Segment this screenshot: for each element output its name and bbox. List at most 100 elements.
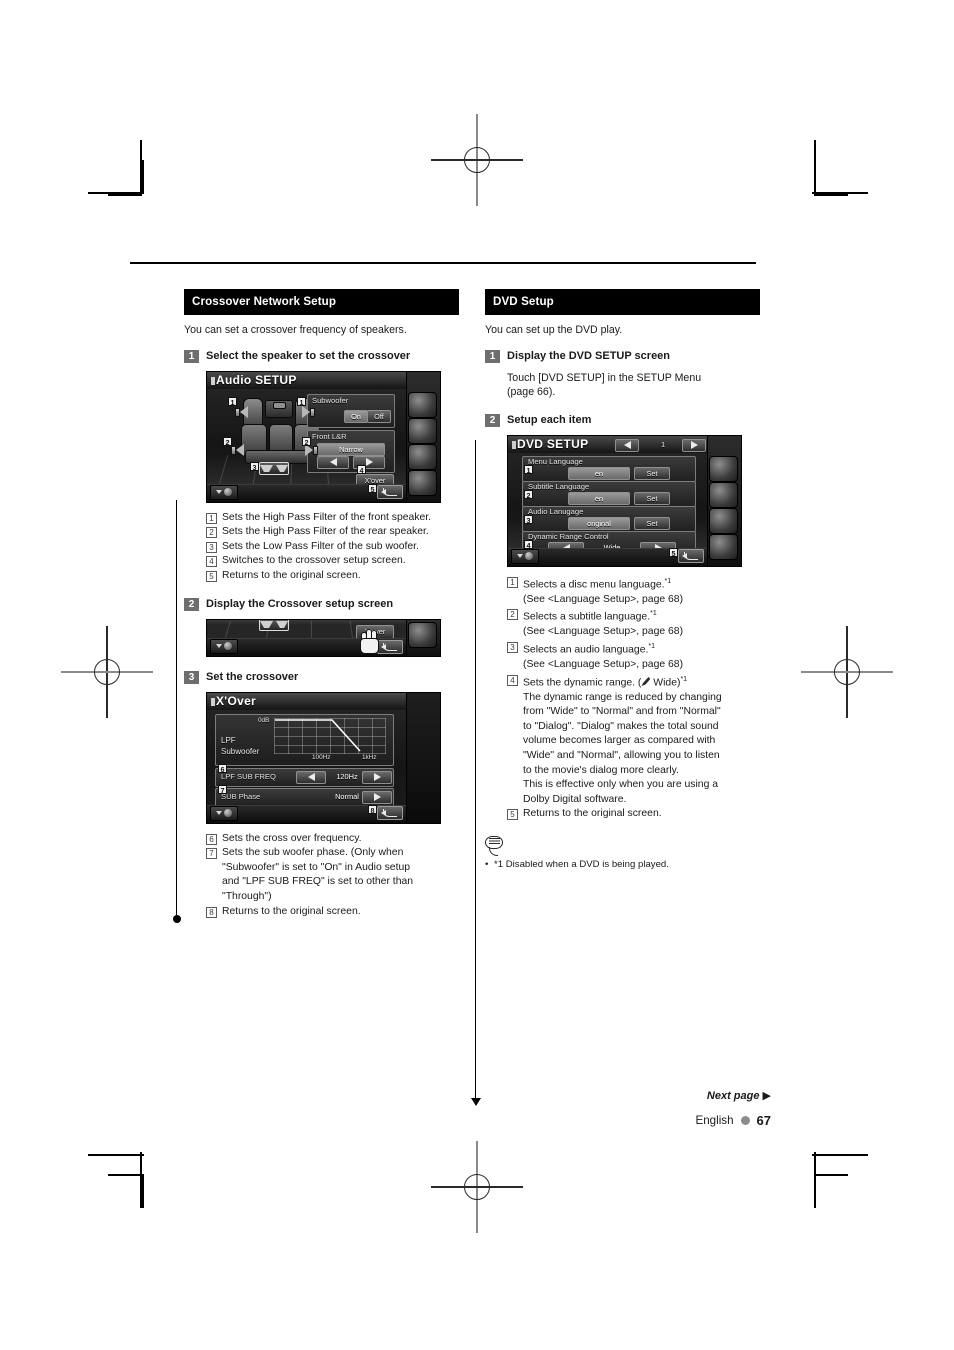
rear-left-speaker-icon bbox=[231, 443, 246, 457]
callout-number: 2 bbox=[206, 527, 217, 539]
rail-button-source[interactable] bbox=[709, 455, 738, 482]
section-heading-crossover: Crossover Network Setup bbox=[184, 289, 459, 315]
return-button[interactable] bbox=[678, 548, 704, 563]
page-next-button[interactable] bbox=[682, 438, 706, 452]
callout-num-1: 1 bbox=[524, 464, 533, 475]
curve-path bbox=[275, 718, 361, 752]
subwoofer-off-button[interactable]: Off bbox=[367, 409, 391, 423]
knob-dial-icon bbox=[525, 552, 533, 561]
subtitle-language-value: en bbox=[568, 491, 630, 505]
step-number: 1 bbox=[184, 349, 199, 363]
callout-number: 4 bbox=[206, 556, 217, 568]
right-column: DVD Setup You can set up the DVD play. 1… bbox=[485, 289, 760, 871]
left-column-flow-dot bbox=[172, 915, 181, 923]
graph-x-label-100hz: 100Hz bbox=[312, 753, 331, 761]
step-title: Setup each item bbox=[507, 413, 592, 426]
rail-button-setup[interactable] bbox=[408, 621, 437, 648]
step-title: Display the Crossover setup screen bbox=[206, 597, 394, 610]
rail-button-setup[interactable] bbox=[709, 533, 738, 560]
front-lr-left-button[interactable] bbox=[317, 455, 349, 469]
sub-phase-value: Normal bbox=[335, 791, 359, 801]
callout-text: Selects a subtitle language.*1 bbox=[523, 607, 760, 625]
callout-number: 5 bbox=[507, 809, 518, 821]
callout-text: Sets the cross over frequency. bbox=[222, 832, 362, 844]
rail-button-tel[interactable] bbox=[408, 443, 437, 470]
callout-item: 8 Returns to the original screen. bbox=[206, 905, 459, 920]
lpf-sub-freq-label: LPF SUB FREQ bbox=[221, 771, 276, 781]
step-1-crossover: 1 Select the speaker to set the crossove… bbox=[184, 349, 459, 363]
rail-button-setup[interactable] bbox=[408, 469, 437, 496]
menu-language-set-button[interactable]: Set bbox=[634, 466, 670, 480]
step-title: Select the speaker to set the crossover bbox=[206, 349, 411, 362]
bubble-tail bbox=[489, 846, 498, 856]
callout-item: 7 Sets the sub woofer phase. (Only when bbox=[206, 846, 459, 861]
note-text: *1 Disabled when a DVD is being played. bbox=[494, 858, 669, 870]
callout-subtext: (See <Language Setup>, page 68) bbox=[523, 658, 684, 670]
menu-language-label: Menu Language bbox=[528, 456, 583, 466]
next-page-label: Next page ▶ bbox=[696, 1089, 771, 1102]
return-arrow-tip-icon bbox=[381, 488, 386, 495]
crossover-lead-text: You can set a crossover frequency of spe… bbox=[184, 323, 407, 336]
return-button[interactable] bbox=[377, 484, 403, 499]
subwoofer-on-button[interactable]: On bbox=[344, 409, 368, 423]
step-1-dvd: 1 Display the DVD SETUP screen bbox=[485, 349, 760, 363]
footnote-marker: *1 bbox=[648, 642, 655, 650]
callout-number: 6 bbox=[206, 833, 217, 845]
callout-num-8: 8 bbox=[368, 804, 377, 815]
rail-button-source[interactable] bbox=[408, 391, 437, 418]
callout-item: 3 Sets the Low Pass Filter of the sub woo… bbox=[206, 540, 459, 555]
volume-down-knob[interactable] bbox=[210, 484, 238, 500]
callout-number: 7 bbox=[206, 848, 217, 860]
callout-text: Sets the High Pass Filter of the rear sp… bbox=[222, 526, 429, 538]
lpf-freq-increase-button[interactable] bbox=[362, 770, 392, 784]
audio-language-set-button[interactable]: Set bbox=[634, 516, 670, 530]
rail-button-av[interactable] bbox=[709, 481, 738, 508]
callout-num-4: 4 bbox=[357, 464, 366, 475]
callout-text-tail: Wide) bbox=[650, 677, 681, 689]
next-page-text: Next page bbox=[706, 1090, 760, 1102]
callout-number: 4 bbox=[507, 674, 518, 686]
lpf-freq-decrease-button[interactable] bbox=[296, 770, 326, 784]
subwoofer-icon bbox=[259, 461, 289, 475]
callout-text-main: Sets the dynamic range. ( bbox=[523, 677, 642, 689]
menu-language-value: en bbox=[568, 466, 630, 480]
volume-down-knob[interactable] bbox=[210, 805, 238, 821]
step-number: 1 bbox=[485, 349, 500, 363]
crop-mark-top-right-inner bbox=[792, 160, 848, 216]
header-rule bbox=[130, 262, 756, 264]
callout-4-body-line-3: to "Dialog". "Dialog" makes the total so… bbox=[523, 720, 719, 732]
page-prev-button[interactable] bbox=[615, 438, 639, 452]
right-arrow-icon bbox=[365, 458, 373, 467]
down-triangle-icon bbox=[517, 554, 523, 559]
callout-4-body-line-2: from "Wide" to "Normal" and from "Normal… bbox=[523, 706, 721, 718]
down-triangle-icon bbox=[216, 644, 222, 649]
callout-7-continuation-line-2: and "LPF SUB FREQ" is set to other than bbox=[222, 876, 414, 888]
rail-button-tel[interactable] bbox=[709, 507, 738, 534]
title-marker bbox=[512, 440, 516, 449]
screen-title: DVD SETUP bbox=[517, 436, 589, 451]
volume-down-knob[interactable] bbox=[511, 548, 539, 564]
sub-phase-next-button[interactable] bbox=[362, 790, 392, 804]
title-marker bbox=[211, 697, 215, 706]
footer-bullet-icon bbox=[740, 1116, 750, 1125]
callout-text: Sets the sub woofer phase. (Only when bbox=[222, 847, 404, 859]
callout-number: 2 bbox=[507, 609, 518, 621]
callout-subtext: (See <Language Setup>, page 68) bbox=[523, 593, 684, 605]
footnote-marker: *1 bbox=[680, 675, 688, 683]
hand-pointer-icon bbox=[360, 628, 382, 654]
rail-button-av[interactable] bbox=[408, 417, 437, 444]
callout-item: 5 Returns to the original screen. bbox=[507, 807, 760, 822]
callout-text: Selects an audio language.*1 bbox=[523, 640, 760, 658]
volume-down-knob[interactable] bbox=[210, 638, 238, 654]
down-triangle-icon bbox=[216, 490, 222, 495]
dvd-lead-text: You can set up the DVD play. bbox=[485, 323, 623, 336]
callout-num-2-left: 2 bbox=[223, 436, 232, 447]
return-button[interactable] bbox=[377, 805, 403, 820]
subtitle-language-set-button[interactable]: Set bbox=[634, 491, 670, 505]
callout-text: Returns to the original screen. bbox=[222, 905, 361, 917]
note-text-row: • *1 Disabled when a DVD is being played… bbox=[485, 858, 760, 871]
screen-side-rail bbox=[406, 692, 440, 823]
callout-item: 4 Sets the dynamic range. ( Wide)*1 bbox=[507, 673, 760, 691]
screen-title: X'Over bbox=[216, 693, 257, 708]
right-column-flow-line bbox=[475, 440, 477, 1100]
